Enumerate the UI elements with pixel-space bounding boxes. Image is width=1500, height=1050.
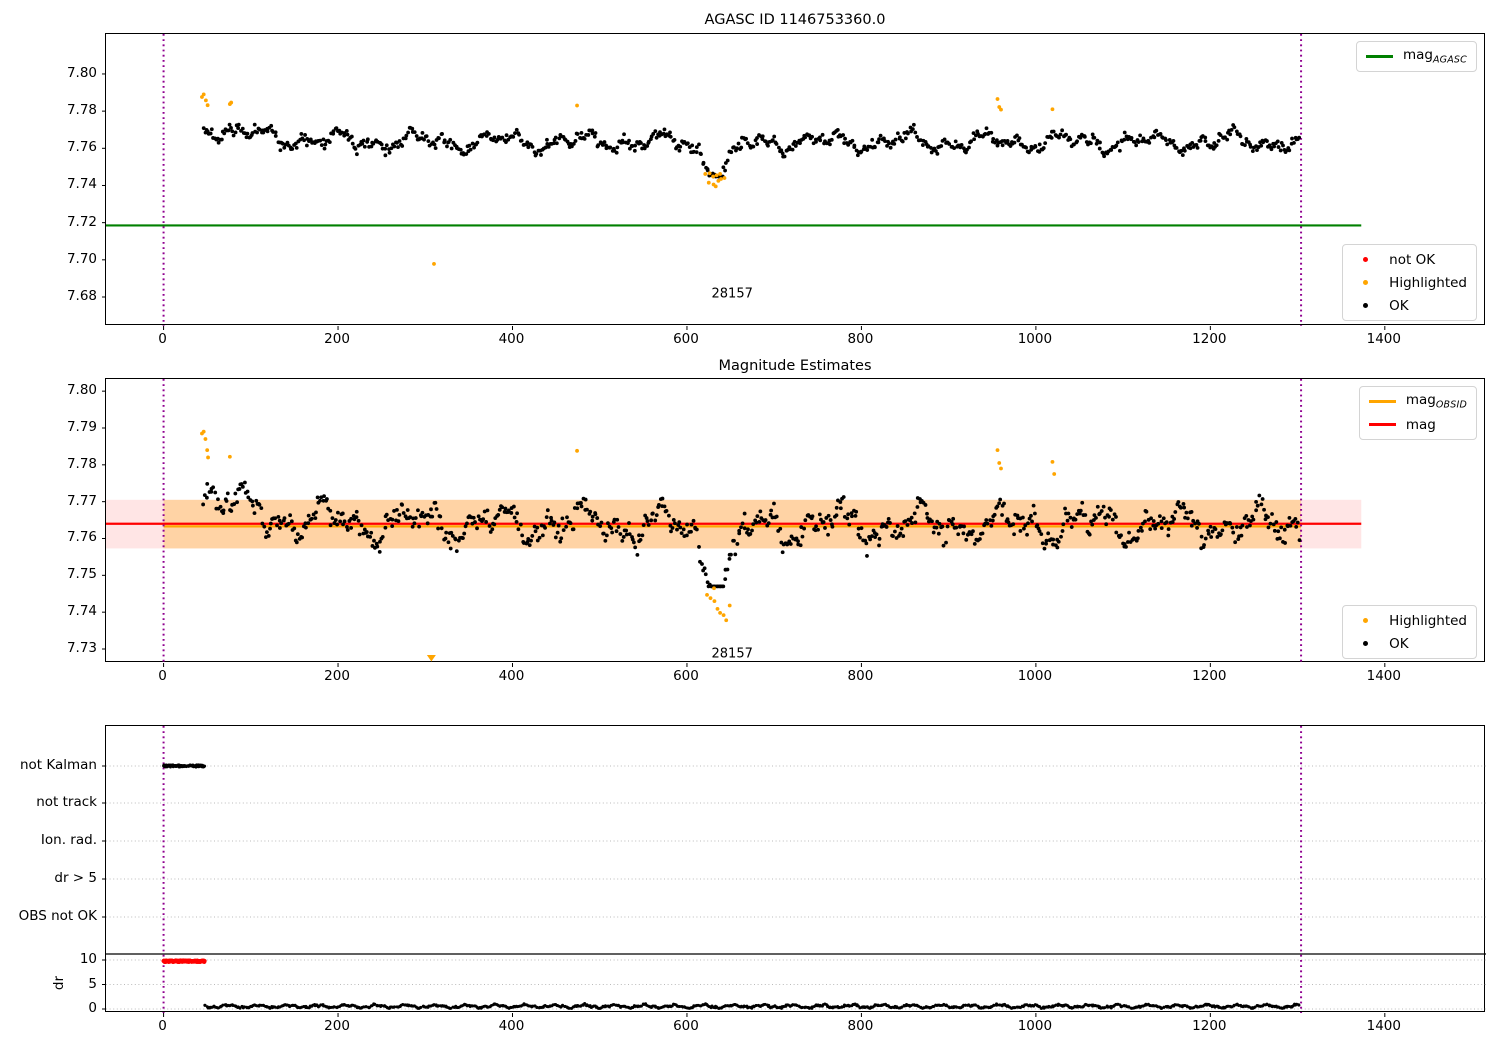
x-tick-label: 600 (673, 1018, 699, 1034)
plot3-canvas (102, 726, 1486, 1017)
plot1-legend-points: not OK Highlighted OK (1342, 244, 1477, 321)
x-tick-label: 800 (847, 668, 874, 684)
legend-entry-highlighted: Highlighted (1352, 272, 1467, 293)
x-tick-label: 200 (324, 1018, 350, 1034)
y-tick-label: 7.72 (66, 213, 97, 230)
plot1-canvas (102, 34, 1386, 330)
x-tick-label: 200 (324, 331, 350, 347)
y-tick-label: 7.70 (66, 250, 97, 267)
x-tick-label: 0 (158, 1018, 167, 1034)
y-tick-label: 7.78 (66, 455, 97, 472)
y-tick-label: 7.74 (66, 603, 97, 620)
x-tick-label: 1000 (1017, 331, 1053, 347)
plot1-title: AGASC ID 1146753360.0 (704, 12, 886, 28)
legend-label: magOBSID (1405, 392, 1467, 411)
y-tick-label: 7.68 (66, 288, 97, 304)
flag-row-label: not Kalman (19, 757, 97, 773)
not-kalman-points (162, 763, 207, 769)
plot2-legend-maglines: magOBSID mag (1358, 386, 1477, 440)
clipped-point-triangle-icon (426, 655, 436, 662)
legend-label: Highlighted (1389, 274, 1467, 291)
y-tick-label: 7.76 (66, 139, 97, 156)
x-tick-label: 1400 (1366, 331, 1401, 347)
plot1-obsid-annotation: 28157 (711, 286, 753, 302)
flag-row-label: not track (36, 794, 97, 810)
x-tick-label: 0 (158, 668, 167, 684)
x-tick-label: 400 (498, 331, 525, 347)
plot2-axes (102, 378, 1485, 667)
plot2-legend-points: Highlighted OK (1342, 605, 1477, 659)
x-tick-label: 1200 (1192, 668, 1227, 684)
y-tick-label: 7.76 (66, 529, 97, 546)
x-tick-label: 0 (158, 331, 167, 347)
legend-entry-not-ok: not OK (1352, 249, 1467, 270)
x-tick-label: 400 (498, 1018, 525, 1034)
not-ok-dot-icon (1352, 257, 1379, 262)
y-tick-label: 7.80 (66, 64, 97, 81)
y-tick-label: 7.75 (66, 566, 97, 583)
x-tick-label: 1200 (1192, 331, 1227, 347)
x-tick-label: 800 (847, 331, 874, 347)
highlighted-dot-icon (1352, 618, 1379, 623)
plot2-title: Magnitude Estimates (718, 358, 872, 374)
legend-label: Highlighted (1389, 612, 1467, 629)
dr-ok-points (203, 1001, 1301, 1010)
legend-entry-highlighted: Highlighted (1352, 610, 1467, 631)
x-tick-label: 800 (847, 1018, 874, 1034)
scatter-highlighted (200, 92, 1055, 266)
legend-label: magAGASC (1402, 47, 1467, 66)
legend-entry-mag-agasc: magAGASC (1365, 46, 1467, 67)
plot1-axes (102, 33, 1485, 330)
x-tick-label: 1400 (1366, 1018, 1401, 1034)
x-tick-label: 600 (673, 331, 699, 347)
plot3-axes (102, 725, 1486, 1017)
y-tick-label: 7.77 (66, 492, 97, 509)
legend-entry-ok: OK (1352, 295, 1467, 316)
plot2-canvas (102, 379, 1386, 667)
plot2-obsid-annotation: 28157 (711, 646, 753, 662)
y-tick-label: 7.74 (66, 176, 97, 193)
legend-entry-mag-obsid: magOBSID (1368, 391, 1467, 412)
x-tick-label: 200 (324, 668, 350, 684)
mag-line-swatch (1368, 423, 1396, 426)
y-tick-label: 7.78 (66, 102, 97, 119)
mag-obsid-line-swatch (1368, 400, 1396, 403)
x-tick-label: 400 (498, 668, 525, 684)
flag-row-label: dr > 5 (54, 869, 97, 886)
y-tick-label: 7.79 (66, 418, 97, 435)
ok-dot-icon (1352, 641, 1379, 646)
y-tick-label: 7.73 (66, 640, 97, 656)
dr-not-ok-points (161, 958, 207, 965)
y-tick-label: 7.80 (66, 382, 97, 399)
dr-tick-label: 5 (88, 975, 97, 992)
mag-agasc-line-swatch (1365, 55, 1393, 58)
flag-row-label: Ion. rad. (40, 832, 97, 848)
flag-row-label: OBS not OK (18, 907, 97, 924)
legend-label: not OK (1389, 251, 1436, 268)
legend-entry-mag: mag (1368, 414, 1467, 435)
x-tick-label: 1000 (1017, 1018, 1053, 1034)
x-tick-label: 1200 (1192, 1018, 1227, 1034)
x-tick-label: 1000 (1017, 668, 1053, 684)
legend-label: OK (1389, 635, 1409, 652)
x-tick-label: 1400 (1366, 668, 1401, 684)
plot1-legend-magline: magAGASC (1355, 41, 1477, 72)
legend-label: mag (1405, 416, 1436, 433)
dr-tick-label: 0 (88, 1000, 97, 1016)
figure: AGASC ID 1146753360.0 Magnitude Estimate… (0, 0, 1500, 1050)
legend-entry-ok: OK (1352, 633, 1467, 654)
ok-dot-icon (1352, 303, 1379, 308)
highlighted-dot-icon (1352, 280, 1379, 285)
dr-tick-label: 10 (79, 950, 97, 967)
legend-label: OK (1389, 297, 1409, 314)
scatter-ok (201, 122, 1302, 179)
x-tick-label: 600 (673, 668, 699, 684)
